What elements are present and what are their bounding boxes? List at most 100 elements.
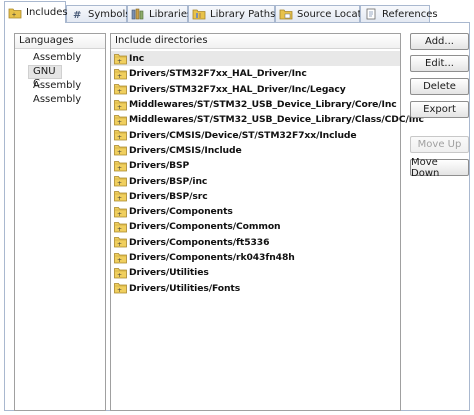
include-folder-icon: + xyxy=(114,252,127,264)
svg-text:+: + xyxy=(117,226,122,233)
library-icon xyxy=(131,8,145,20)
svg-text:+: + xyxy=(117,241,122,248)
svg-text:+: + xyxy=(117,165,122,172)
include-directory-path: Drivers/Components/Common xyxy=(129,221,281,233)
include-folder-icon: + xyxy=(114,68,127,80)
include-directory-row[interactable]: + Drivers/STM32F7xx_HAL_Driver/Inc/Legacy xyxy=(111,82,400,97)
include-directories-items: + Inc + Drivers/STM32F7xx_HAL_Driver/Inc + Dr… xyxy=(111,51,424,296)
include-directory-row[interactable]: + Drivers/CMSIS/Include xyxy=(111,143,400,158)
include-directory-path: Drivers/CMSIS/Include xyxy=(129,144,242,156)
include-folder-icon: + xyxy=(114,175,127,187)
include-directory-row[interactable]: + Drivers/CMSIS/Device/ST/STM32F7xx/Inclu… xyxy=(111,127,400,142)
svg-text:+: + xyxy=(117,119,122,126)
move-down-button[interactable]: Move Down xyxy=(410,157,469,179)
include-directory-row[interactable]: + Drivers/Utilities/Fonts xyxy=(111,280,400,295)
tab-label: References xyxy=(382,8,438,20)
tab-includes[interactable]: + Includes xyxy=(4,1,68,23)
include-directory-path: Drivers/Components xyxy=(129,206,233,218)
include-directory-path: Drivers/Utilities xyxy=(129,267,209,279)
source-folder-icon xyxy=(279,8,293,20)
svg-text:+: + xyxy=(117,73,122,80)
include-directory-path: Drivers/CMSIS/Device/ST/STM32F7xx/Includ… xyxy=(129,129,357,141)
include-directory-path: Drivers/Components/rk043fn48h xyxy=(129,252,295,263)
language-item[interactable]: GNU C xyxy=(28,65,62,89)
include-folder-icon: + xyxy=(114,282,127,294)
include-directory-row[interactable]: + Drivers/STM32F7xx_HAL_Driver/Inc xyxy=(111,66,400,81)
include-directory-row[interactable]: + Drivers/BSP/src xyxy=(111,189,400,204)
tab-strip: + Includes # Symbols Libraries Library P… xyxy=(0,0,474,24)
include-directory-path: Drivers/BSP xyxy=(129,160,190,172)
include-directories-header: Include directories xyxy=(111,34,400,49)
includes-folder-icon: + xyxy=(8,7,22,19)
include-directory-path: Drivers/BSP/inc xyxy=(129,175,208,187)
svg-text:+: + xyxy=(117,58,122,65)
include-directory-row[interactable]: + Middlewares/ST/STM32_USB_Device_Library… xyxy=(111,97,400,112)
include-directory-row[interactable]: + Drivers/Components xyxy=(111,204,400,219)
svg-text:+: + xyxy=(117,211,122,218)
hash-icon: # xyxy=(70,8,84,20)
include-directory-path: Drivers/BSP/src xyxy=(129,190,208,202)
include-folder-icon: + xyxy=(114,114,127,126)
svg-text:+: + xyxy=(117,257,122,264)
include-folder-icon: + xyxy=(114,83,127,95)
include-directory-path: Middlewares/ST/STM32_USB_Device_Library/… xyxy=(129,99,397,111)
include-directory-row[interactable]: + Drivers/BSP/inc xyxy=(111,173,400,188)
include-directory-row[interactable]: + Drivers/Components/rk043fn48h xyxy=(111,250,400,265)
svg-text:+: + xyxy=(117,88,122,95)
svg-text:+: + xyxy=(117,195,122,202)
references-icon xyxy=(364,8,378,20)
tab-symbols[interactable]: # Symbols xyxy=(66,5,131,22)
include-directory-path: Drivers/Utilities/Fonts xyxy=(129,282,241,294)
include-directory-row[interactable]: + Drivers/BSP xyxy=(111,158,400,173)
include-directory-path: Middlewares/ST/STM32_USB_Device_Library/… xyxy=(129,114,424,126)
include-folder-icon: + xyxy=(114,267,127,279)
include-directory-path: Inc xyxy=(129,53,145,65)
include-directory-path: Drivers/STM32F7xx_HAL_Driver/Inc/Legacy xyxy=(129,83,346,95)
add-button[interactable]: Add... xyxy=(410,33,469,50)
include-folder-icon: + xyxy=(114,144,127,156)
include-folder-icon: + xyxy=(114,190,127,202)
languages-header: Languages xyxy=(15,34,105,49)
include-folder-icon: + xyxy=(114,99,127,111)
language-item[interactable]: Assembly xyxy=(15,51,105,65)
include-directory-row[interactable]: + Drivers/Components/Common xyxy=(111,219,400,234)
tab-label: Library Paths xyxy=(210,8,276,20)
svg-text:+: + xyxy=(117,287,122,294)
language-item[interactable]: Assembly xyxy=(15,79,105,93)
svg-text:+: + xyxy=(12,11,17,18)
svg-text:#: # xyxy=(73,10,81,20)
tab-source-location[interactable]: Source Location xyxy=(275,5,377,22)
svg-text:+: + xyxy=(117,149,122,156)
language-item[interactable]: Assembly xyxy=(15,93,105,107)
include-directory-row[interactable]: + Inc xyxy=(111,51,400,67)
include-directory-row[interactable]: + Middlewares/ST/STM32_USB_Device_Library… xyxy=(111,112,424,127)
include-folder-icon: + xyxy=(114,236,127,248)
library-paths-icon xyxy=(192,8,206,20)
move-up-button[interactable]: Move Up xyxy=(410,136,469,153)
export-button[interactable]: Export xyxy=(410,101,469,118)
include-directory-row[interactable]: + Drivers/Utilities xyxy=(111,265,400,280)
languages-items: Assembly GNU C Assembly Assembly xyxy=(15,51,105,107)
include-folder-icon: + xyxy=(114,129,127,141)
include-directory-path: Drivers/Components/ft5336 xyxy=(129,236,270,248)
svg-text:+: + xyxy=(117,180,122,187)
delete-button[interactable]: Delete xyxy=(410,78,469,95)
include-folder-icon: + xyxy=(114,221,127,233)
svg-text:+: + xyxy=(117,104,122,111)
svg-text:+: + xyxy=(117,272,122,279)
tab-label: Libraries xyxy=(149,8,193,20)
include-directory-row[interactable]: + Drivers/Components/ft5336 xyxy=(111,235,400,250)
tab-references[interactable]: References xyxy=(360,5,438,22)
languages-list[interactable]: Languages Assembly GNU C Assembly Assembly xyxy=(14,33,106,411)
include-folder-icon: + xyxy=(114,160,127,172)
edit-button[interactable]: Edit... xyxy=(410,55,469,72)
svg-text:+: + xyxy=(117,134,122,141)
tab-label: Includes xyxy=(26,7,68,18)
tab-label: Symbols xyxy=(88,8,131,20)
include-folder-icon: + xyxy=(114,206,127,218)
include-directory-path: Drivers/STM32F7xx_HAL_Driver/Inc xyxy=(129,68,307,80)
tab-libraries[interactable]: Libraries xyxy=(127,5,192,22)
tab-library-paths[interactable]: Library Paths xyxy=(188,5,275,22)
include-directories-list[interactable]: Include directories + Inc + Drivers/STM32F7… xyxy=(110,33,424,411)
include-folder-icon: + xyxy=(114,53,127,65)
